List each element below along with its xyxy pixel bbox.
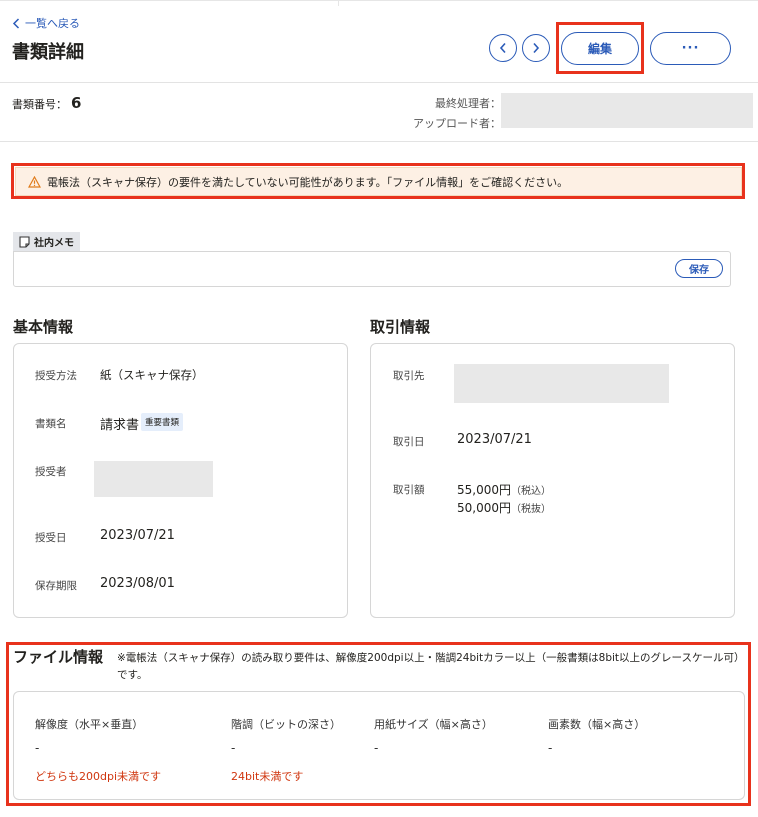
retention-period-value: 2023/08/01	[100, 576, 175, 591]
amount-excl-tax: 50,000円（税抜）	[457, 499, 551, 516]
amount-incl-tax: 55,000円（税込）	[457, 481, 551, 498]
back-to-list-link[interactable]: 一覧へ戻る	[12, 15, 80, 31]
amount-excl-tax-note: （税抜）	[511, 504, 551, 515]
trade-amount-label: 取引額	[393, 484, 425, 496]
file-info-highlight	[6, 642, 751, 806]
edit-button[interactable]: 編集	[561, 32, 639, 65]
receipt-method-label: 授受方法	[35, 370, 77, 382]
internal-memo-input[interactable]	[13, 251, 731, 287]
amount-incl-tax-note: （税込）	[511, 486, 551, 497]
receipt-date-label: 授受日	[35, 532, 67, 544]
document-number: 書類番号： 6	[12, 94, 81, 112]
last-processor-label: 最終処理者：	[435, 97, 501, 110]
redacted-partner	[454, 364, 669, 403]
save-memo-button[interactable]: 保存	[675, 259, 723, 278]
note-icon	[19, 235, 30, 248]
chevron-left-icon	[12, 17, 20, 29]
trade-date-value: 2023/07/21	[457, 432, 532, 447]
top-divider	[0, 0, 758, 1]
previous-document-button[interactable]	[489, 34, 517, 62]
retention-period-label: 保存期限	[35, 580, 77, 592]
amount-incl-tax-value: 55,000円	[457, 483, 511, 497]
header-divider	[0, 82, 758, 83]
redacted-receiver	[94, 461, 213, 497]
basic-info-title: 基本情報	[13, 318, 74, 336]
document-type-label: 書類名	[35, 418, 67, 430]
document-number-label: 書類番号：	[12, 98, 67, 111]
top-divider-tick	[338, 0, 339, 6]
receipt-method-value: 紙（スキャナ保存）	[100, 368, 204, 382]
chevron-left-icon	[499, 42, 506, 54]
important-document-badge: 重要書類	[141, 413, 184, 431]
receipt-date-value: 2023/07/21	[100, 528, 175, 543]
back-link-label: 一覧へ戻る	[25, 17, 80, 30]
amount-excl-tax-value: 50,000円	[457, 501, 511, 515]
internal-memo-tab: 社内メモ	[13, 232, 80, 251]
internal-memo-label: 社内メモ	[34, 238, 74, 249]
redacted-user-names	[501, 93, 753, 128]
meta-divider	[0, 141, 758, 142]
page-title: 書類詳細	[12, 42, 84, 63]
partner-label: 取引先	[393, 370, 425, 382]
chevron-right-icon	[533, 42, 540, 54]
trade-info-title: 取引情報	[370, 318, 431, 336]
document-type-value: 請求書	[100, 418, 140, 433]
trade-date-label: 取引日	[393, 436, 425, 448]
receiver-label: 授受者	[35, 466, 67, 478]
uploader-label: アップロード者：	[413, 117, 501, 130]
warning-highlight	[11, 163, 745, 199]
document-number-value: 6	[71, 94, 82, 112]
next-document-button[interactable]	[522, 34, 550, 62]
more-options-button[interactable]: ···	[650, 32, 731, 65]
